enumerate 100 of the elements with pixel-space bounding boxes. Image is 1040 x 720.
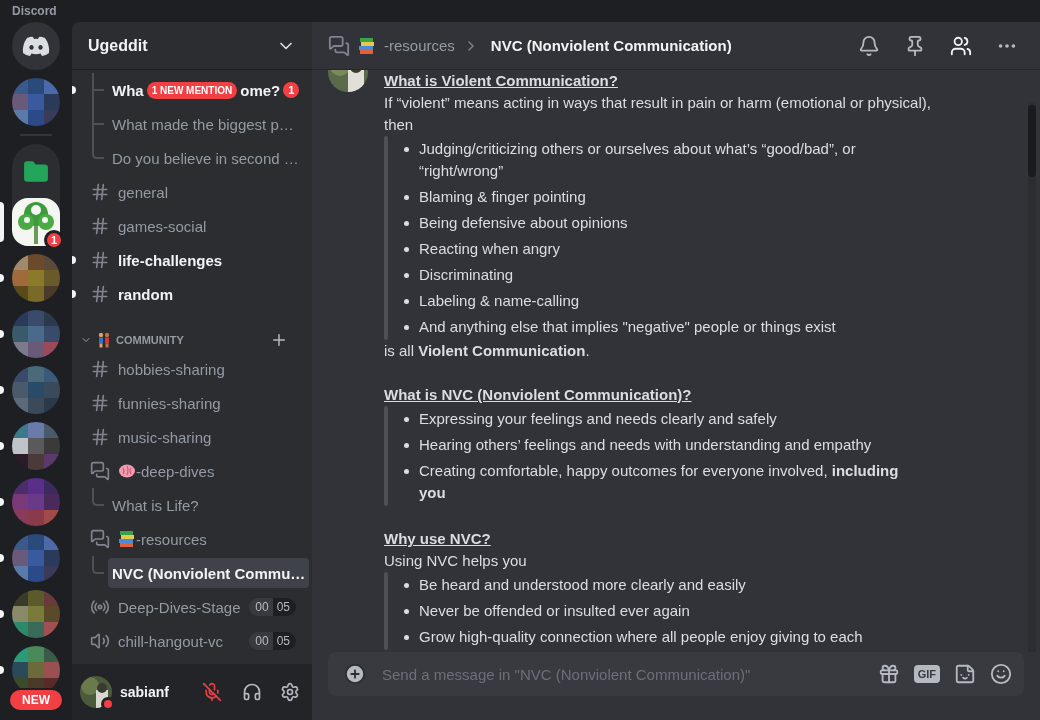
bullet-icon — [404, 195, 409, 200]
channel-item[interactable]: -resources — [72, 522, 304, 556]
bullet-icon — [404, 583, 409, 588]
list-item: Be heard and understood more clearly and easily — [419, 575, 747, 595]
channel-item[interactable]: music-sharing — [72, 420, 304, 454]
channel-item[interactable]: Deep-Dives-Stage 00 05 — [72, 590, 304, 624]
list-item: Being defensive about opinions — [419, 213, 629, 233]
message-text: Using NVC helps you — [384, 551, 528, 571]
thread-item[interactable]: Do you believe in second … — [108, 143, 303, 173]
server-icon[interactable] — [12, 422, 60, 470]
gif-button[interactable]: GIF — [913, 665, 940, 683]
channel-name: random — [118, 285, 173, 303]
hash-icon — [90, 250, 110, 270]
channel-name: chill-hangout-vc — [118, 632, 224, 650]
message-text: is all Violent Communication. — [384, 341, 591, 361]
headphones-icon[interactable] — [242, 682, 262, 702]
thread-connector — [92, 556, 104, 574]
members-icon[interactable] — [950, 34, 972, 57]
list-item: Reacting when angry — [419, 239, 561, 259]
list-item: And anything else that implies "negative" people or things exist — [419, 317, 837, 337]
thread-name: NVC (Nonviolent Commu… — [112, 564, 306, 582]
server-icon[interactable] — [12, 254, 60, 302]
bullet-icon — [404, 247, 409, 252]
thread-item[interactable]: What is Life? — [108, 490, 203, 520]
channel-name: funnies-sharing — [118, 394, 221, 412]
channel-item[interactable]: -deep-dives — [72, 454, 304, 488]
list-item: Discriminating — [419, 265, 515, 285]
thread-title: NVC (Nonviolent Communication) — [490, 37, 733, 54]
list-item: Blaming & finger pointing — [419, 187, 587, 207]
thread-name: ome? — [240, 81, 281, 99]
channel-item[interactable]: hobbies-sharing — [72, 352, 304, 386]
channel-item[interactable]: life-challenges — [72, 243, 304, 277]
thread-item[interactable]: What made the biggest p… — [108, 109, 298, 139]
bullet-icon — [404, 469, 409, 474]
upload-icon[interactable] — [344, 663, 366, 685]
channel-item[interactable]: random — [72, 277, 304, 311]
channel-item[interactable]: chill-hangout-vc 00 05 — [72, 624, 304, 658]
hash-icon — [90, 284, 110, 304]
section-heading: What is NVC (Nonviolent Communication)? — [384, 385, 693, 405]
channel-name: Deep-Dives-Stage — [118, 598, 241, 616]
bullet-icon — [404, 325, 409, 330]
list-item: Creating comfortable, happy outcomes for everyone involved, including you — [419, 461, 900, 503]
channel-name: -resources — [136, 530, 207, 548]
new-unreads-toast[interactable]: NEW — [8, 688, 64, 712]
scrollbar[interactable] — [1028, 102, 1036, 652]
hash-icon — [90, 359, 110, 379]
people-icon — [96, 332, 112, 348]
gift-icon[interactable] — [877, 663, 900, 685]
section-heading: Why use NVC? — [384, 529, 492, 549]
user-limit-counter: 00 05 — [249, 598, 296, 616]
selected-indicator — [0, 202, 4, 242]
message-text: If “violent” means acting in ways that result in pain or harm (emotional or physical), then — [384, 93, 932, 135]
channel-name: -deep-dives — [136, 462, 215, 480]
server-icon[interactable] — [12, 310, 60, 358]
emoji-icon[interactable] — [990, 663, 1012, 685]
category-name: COMMUNITY — [116, 334, 185, 346]
bullet-icon — [404, 299, 409, 304]
new-mention-banner[interactable]: 1 NEW MENTION — [146, 81, 238, 99]
category-header[interactable]: COMMUNITY — [80, 328, 304, 352]
forum-icon — [90, 461, 110, 481]
server-name: Ugeddit — [88, 36, 148, 55]
thread-name: Wha — [112, 81, 144, 99]
home-button[interactable] — [12, 22, 60, 70]
bullet-icon — [404, 443, 409, 448]
settings-icon[interactable] — [280, 682, 300, 702]
thread-item[interactable]: Wha 1 NEW MENTION ome? 1 — [108, 75, 304, 105]
bullet-icon — [404, 609, 409, 614]
thread-name: What is Life? — [112, 496, 199, 514]
notification-icon[interactable] — [858, 34, 880, 57]
message-composer[interactable]: Send a message in "NVC (Nonviolent Communication)" GIF — [328, 652, 1024, 696]
stage-icon — [90, 597, 110, 617]
channel-name: hobbies-sharing — [118, 360, 225, 378]
server-icon[interactable] — [12, 590, 60, 638]
forum-icon — [90, 529, 110, 549]
mention-count: 1 — [44, 230, 64, 250]
thread-item[interactable]: NVC (Nonviolent Commu… — [108, 558, 310, 588]
bullet-icon — [404, 273, 409, 278]
sticker-icon[interactable] — [954, 663, 976, 685]
forum-link[interactable]: -resources — [384, 37, 455, 54]
list-item: Hearing others’ feelings and needs with understanding and empathy — [419, 435, 873, 455]
server-icon[interactable]: 1 — [12, 198, 60, 246]
books-icon — [358, 36, 376, 55]
logo-icon — [22, 36, 50, 56]
app-title: Discord — [12, 4, 57, 18]
hash-icon — [90, 393, 110, 413]
add-icon[interactable] — [270, 331, 288, 349]
forum-icon — [328, 34, 350, 57]
channel-item[interactable]: general — [72, 175, 304, 209]
list-item: Judging/criticizing others or ourselves about what’s “good/bad”, or “right/wrong” — [419, 139, 857, 181]
brain-icon — [118, 462, 136, 480]
thread-name: Do you believe in second … — [112, 149, 299, 167]
bullet-icon — [404, 417, 409, 422]
mention-count: 1 — [283, 82, 300, 98]
books-icon — [118, 530, 136, 548]
message-input[interactable]: Send a message in "NVC (Nonviolent Communication)" — [380, 664, 864, 684]
microphone-muted-icon[interactable] — [202, 682, 222, 702]
channel-item[interactable]: funnies-sharing — [72, 386, 304, 420]
list-item: Labeling & name-calling — [419, 291, 581, 311]
channel-item[interactable]: games-social — [72, 209, 304, 243]
hash-icon — [90, 216, 110, 236]
